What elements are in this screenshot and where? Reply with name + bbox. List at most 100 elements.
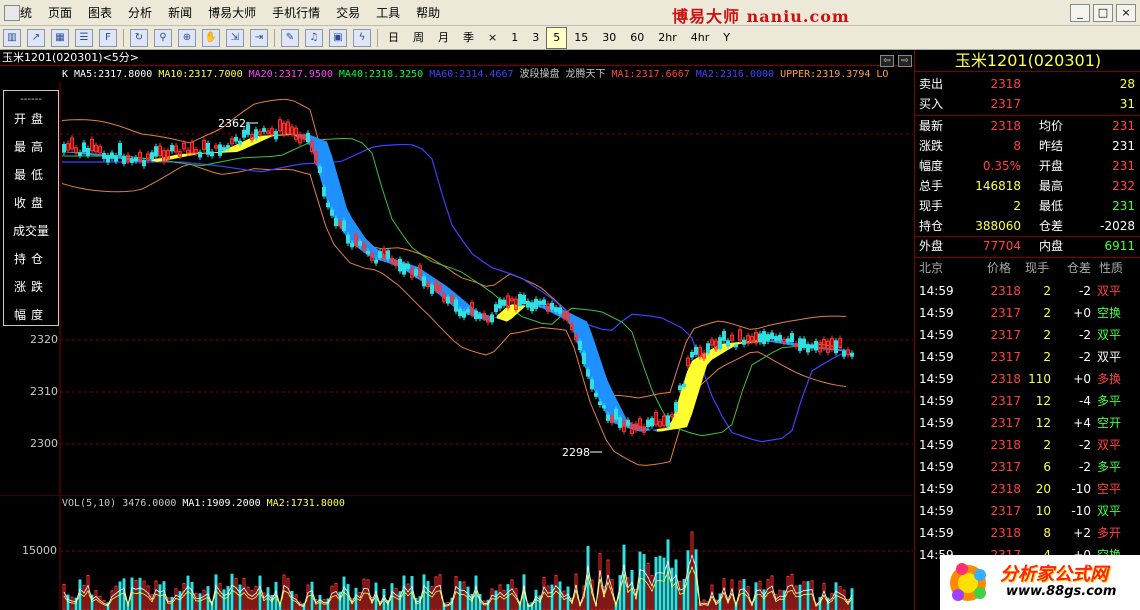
tick-row[interactable]: 14:59 2318 8 +2 多开 <box>915 522 1140 544</box>
period-1min[interactable]: 1 <box>504 28 525 48</box>
export-icon[interactable]: ⇲ <box>226 28 244 47</box>
tick-change: -2 <box>1079 460 1091 474</box>
table-icon[interactable]: ▦ <box>51 28 69 47</box>
tick-col-chg: 仓差 <box>1067 261 1092 275</box>
quote-row: 总手 146818 最高 232 <box>915 176 1140 196</box>
tick-col-time: 北京 <box>919 261 944 275</box>
close-button[interactable]: × <box>1116 4 1136 22</box>
menu-analysis[interactable]: 分析 <box>120 0 160 26</box>
tick-volume: 110 <box>1028 372 1051 386</box>
tick-row[interactable]: 14:59 2318 2 -2 双平 <box>915 280 1140 302</box>
info-open: 开盘 <box>13 112 48 126</box>
search-icon[interactable]: ⚲ <box>154 28 172 47</box>
indicator-label: MA5:2317.8000 <box>74 69 153 80</box>
period-2hr[interactable]: 2hr <box>651 28 684 48</box>
tick-volume: 10 <box>1035 504 1051 518</box>
kline-chart[interactable] <box>0 82 913 494</box>
alarm-icon[interactable]: ♫ <box>305 28 323 47</box>
draw-icon[interactable]: ✎ <box>281 28 299 47</box>
tick-row[interactable]: 14:59 2318 110 +0 多换 <box>915 368 1140 390</box>
tick-row[interactable]: 14:59 2317 6 -2 多平 <box>915 456 1140 478</box>
volume-indicator-label: 3476.0000 <box>122 498 177 509</box>
volume-indicator-label: MA1:1909.2000 <box>182 498 261 509</box>
list-icon[interactable]: ☰ <box>75 28 93 47</box>
info-box-dashes: ------ <box>20 94 42 105</box>
tick-price: 2318 <box>990 372 1021 386</box>
volume-indicator-label: VOL(5,10) <box>62 498 117 509</box>
period-month[interactable]: 月 <box>431 28 456 48</box>
tick-row[interactable]: 14:59 2318 2 -2 双平 <box>915 434 1140 456</box>
tick-time: 14:59 <box>919 438 954 452</box>
tick-type: 多开 <box>1097 526 1122 540</box>
quote-label: 开盘 <box>1039 159 1064 173</box>
tick-time: 14:59 <box>919 460 954 474</box>
quote-label: 均价 <box>1039 119 1064 133</box>
tick-row[interactable]: 14:59 2317 2 -2 双平 <box>915 346 1140 368</box>
volume-chart[interactable] <box>0 495 913 610</box>
period-15min[interactable]: 15 <box>567 28 595 48</box>
period-close[interactable]: × <box>481 28 504 48</box>
maximize-button[interactable]: □ <box>1093 4 1113 22</box>
tick-row[interactable]: 14:59 2317 2 +0 空换 <box>915 302 1140 324</box>
info-box: ------ 开盘 最高 最低 收盘 成交量 持仓 涨跌 幅度 <box>3 90 59 326</box>
period-week[interactable]: 周 <box>406 28 431 48</box>
tick-price: 2317 <box>990 394 1021 408</box>
flash-icon[interactable]: ϟ <box>353 28 371 47</box>
f10-icon[interactable]: F <box>99 28 117 47</box>
import-icon[interactable]: ⇥ <box>250 28 268 47</box>
tick-volume: 12 <box>1035 416 1051 430</box>
hand-icon[interactable]: ✋ <box>202 28 220 47</box>
indicator-label: MA2:2316.0000 <box>695 69 775 80</box>
tick-type: 多平 <box>1097 460 1122 474</box>
tick-change: +0 <box>1073 372 1091 386</box>
quote-value: 8 <box>1013 139 1021 153</box>
menu-page[interactable]: 页面 <box>40 0 80 26</box>
tick-type: 双平 <box>1097 504 1122 518</box>
chart-title: 玉米1201(020301)<5分> <box>0 50 913 66</box>
tick-row[interactable]: 14:59 2317 12 +4 空开 <box>915 412 1140 434</box>
tick-type: 多平 <box>1097 394 1122 408</box>
chart-nav: ⇦ ⇨ <box>880 52 912 67</box>
menu-trade[interactable]: 交易 <box>328 0 368 26</box>
tick-price: 2318 <box>990 482 1021 496</box>
brand-title: 博易大师 naniu.com <box>672 7 850 26</box>
period-5min[interactable]: 5 <box>546 26 568 49</box>
period-4hr[interactable]: 4hr <box>684 28 717 48</box>
tick-time: 14:59 <box>919 372 954 386</box>
refresh-icon[interactable]: ↻ <box>130 28 148 47</box>
trough-label: 2298 <box>562 446 590 459</box>
next-arrow-icon[interactable]: ⇨ <box>897 55 912 67</box>
tick-time: 14:59 <box>919 284 954 298</box>
app-icon[interactable] <box>4 5 20 21</box>
period-quarter[interactable]: 季 <box>456 28 481 48</box>
menu-boyi[interactable]: 博易大师 <box>200 0 264 26</box>
minimize-button[interactable]: _ <box>1070 4 1090 22</box>
menu-chart[interactable]: 图表 <box>80 0 120 26</box>
zoom-icon[interactable]: ⊕ <box>178 28 196 47</box>
info-volume: 成交量 <box>12 224 49 238</box>
period-year[interactable]: Y <box>716 28 737 48</box>
tick-col-type: 性质 <box>1099 261 1124 275</box>
tick-volume: 12 <box>1035 394 1051 408</box>
period-60min[interactable]: 60 <box>623 28 651 48</box>
period-30min[interactable]: 30 <box>595 28 623 48</box>
inner-value: 6911 <box>1104 239 1135 253</box>
tick-row[interactable]: 14:59 2317 10 -10 双平 <box>915 500 1140 522</box>
grid-icon[interactable]: ▣ <box>329 28 347 47</box>
menu-help[interactable]: 帮助 <box>408 0 448 26</box>
tick-row[interactable]: 14:59 2317 12 -4 多平 <box>915 390 1140 412</box>
tick-volume: 20 <box>1035 482 1051 496</box>
y-axis-label: 2310 <box>30 385 58 398</box>
period-day[interactable]: 日 <box>381 28 406 48</box>
trend-icon[interactable]: ↗ <box>27 28 45 47</box>
volume-legend: VOL(5,10) 3476.0000 MA1:1909.2000 MA2:1731.… <box>62 498 351 509</box>
tick-row[interactable]: 14:59 2318 20 -10 空平 <box>915 478 1140 500</box>
menu-tools[interactable]: 工具 <box>368 0 408 26</box>
menu-mobile[interactable]: 手机行情 <box>264 0 328 26</box>
tick-row[interactable]: 14:59 2317 2 -2 双平 <box>915 324 1140 346</box>
tick-volume: 2 <box>1043 350 1051 364</box>
menu-news[interactable]: 新闻 <box>160 0 200 26</box>
period-3min[interactable]: 3 <box>525 28 546 48</box>
prev-arrow-icon[interactable]: ⇦ <box>880 55 894 67</box>
kline-icon[interactable]: ▥ <box>3 28 21 47</box>
